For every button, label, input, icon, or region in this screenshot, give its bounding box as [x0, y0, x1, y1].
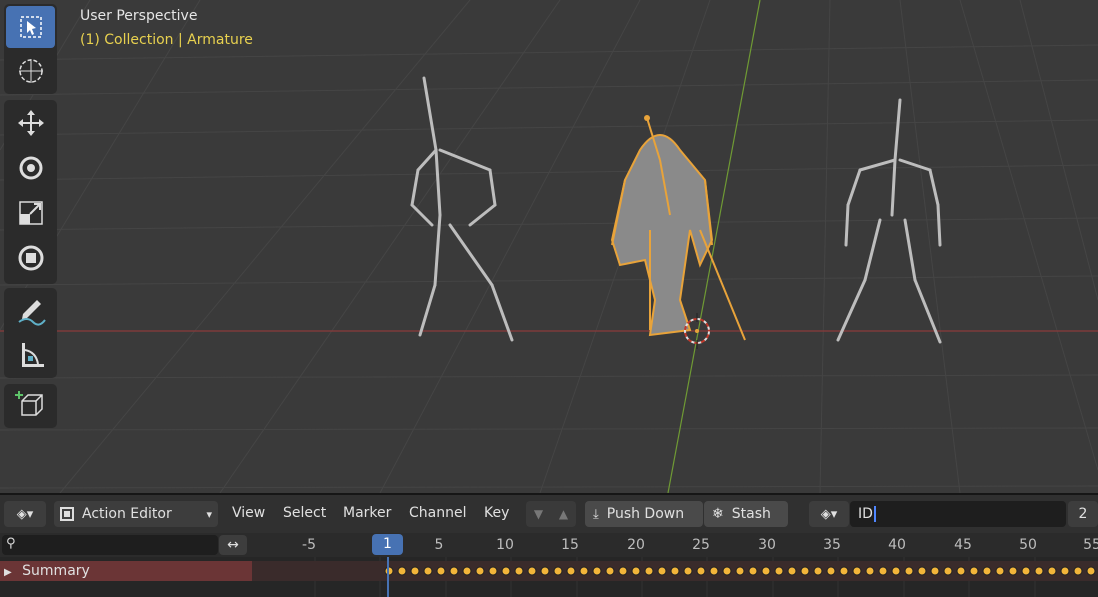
action-users-count[interactable]: 2	[1068, 501, 1098, 527]
tick-label: 45	[954, 537, 972, 553]
summary-keyframes	[384, 566, 1096, 576]
action-name-field[interactable]: ID	[850, 501, 1066, 527]
playhead-line	[387, 557, 389, 597]
viewport-view-name: User Perspective	[80, 8, 198, 24]
keyframe-editor-icon: ◈▾	[16, 506, 34, 522]
tick-label: 20	[627, 537, 645, 553]
tick-label: 25	[692, 537, 710, 553]
action-browse-icon: ◈▾	[820, 506, 838, 522]
text-caret	[873, 506, 876, 522]
viewport-grid	[0, 0, 1098, 493]
chevron-down-icon: ▾	[206, 507, 212, 521]
action-name-value: ID	[858, 506, 873, 522]
mode-dropdown[interactable]: Action Editor ▾	[54, 501, 218, 527]
push-down-label: Push Down	[606, 506, 685, 522]
cursor-icon[interactable]	[6, 50, 55, 92]
tick-label: 50	[1019, 537, 1037, 553]
menu-view[interactable]: View	[232, 505, 265, 521]
armature-left	[410, 76, 514, 342]
move-icon[interactable]	[6, 102, 55, 144]
editor-type-button[interactable]: ◈▾	[4, 501, 46, 527]
select-box-icon[interactable]	[6, 6, 55, 48]
disclosure-triangle-icon[interactable]: ▶	[4, 567, 12, 578]
tick-label: 30	[758, 537, 776, 553]
transform-icon[interactable]	[6, 237, 55, 279]
action-browse-button[interactable]: ◈▾	[809, 501, 849, 527]
tick-label: 15	[561, 537, 579, 553]
tick-label: 10	[496, 537, 514, 553]
tick-label: 35	[823, 537, 841, 553]
current-frame-indicator[interactable]: 1	[372, 534, 403, 555]
swap-icon[interactable]: ↔	[219, 535, 247, 555]
toolbar-group-transform	[4, 100, 57, 284]
push-down-button[interactable]: ⤓ Push Down	[585, 501, 703, 527]
snowflake-icon: ❄	[712, 506, 724, 522]
menu-select[interactable]: Select	[283, 505, 326, 521]
summary-keyframe-row[interactable]	[252, 561, 1098, 581]
armature-selected	[610, 115, 746, 341]
toolbar-group-annotate	[4, 288, 57, 378]
viewport-collection-label: (1) Collection | Armature	[80, 32, 253, 48]
toolbar-group-add	[4, 384, 57, 428]
toolbar-group-select	[4, 4, 57, 94]
layer-nav-group: ▼ ▲	[526, 501, 576, 527]
annotate-icon[interactable]	[6, 290, 55, 332]
scale-icon[interactable]	[6, 192, 55, 234]
summary-label: Summary	[22, 563, 90, 579]
summary-channel[interactable]: ▶ Summary	[0, 561, 252, 581]
menu-channel[interactable]: Channel	[409, 505, 466, 521]
layer-up-icon[interactable]: ▲	[559, 507, 568, 521]
menu-key[interactable]: Key	[484, 505, 509, 521]
add-cube-icon[interactable]	[6, 385, 55, 427]
tick-label: 40	[888, 537, 906, 553]
stash-label: Stash	[731, 506, 771, 522]
action-editor-icon	[60, 507, 74, 521]
tick-label: -5	[302, 537, 316, 553]
mode-dropdown-label: Action Editor	[82, 506, 172, 522]
menu-marker[interactable]: Marker	[343, 505, 391, 521]
measure-icon[interactable]	[6, 334, 55, 376]
tick-label: 5	[434, 537, 444, 553]
tick-label: 55	[1083, 537, 1098, 553]
editor-header: ◈▾ Action Editor ▾ View Select Marker Ch…	[0, 495, 1098, 533]
dopesheet-editor: ◈▾ Action Editor ▾ View Select Marker Ch…	[0, 493, 1098, 597]
channel-search-input[interactable]: ⚲	[2, 535, 218, 555]
users-count-value: 2	[1078, 506, 1088, 522]
3d-viewport[interactable]: User Perspective (1) Collection | Armatu…	[0, 0, 1098, 493]
rotate-icon[interactable]	[6, 147, 55, 189]
search-icon: ⚲	[6, 536, 16, 551]
current-frame-value: 1	[383, 536, 392, 552]
push-down-icon: ⤓	[593, 506, 599, 522]
layer-down-icon[interactable]: ▼	[534, 507, 543, 521]
stash-button[interactable]: ❄ Stash	[704, 501, 788, 527]
